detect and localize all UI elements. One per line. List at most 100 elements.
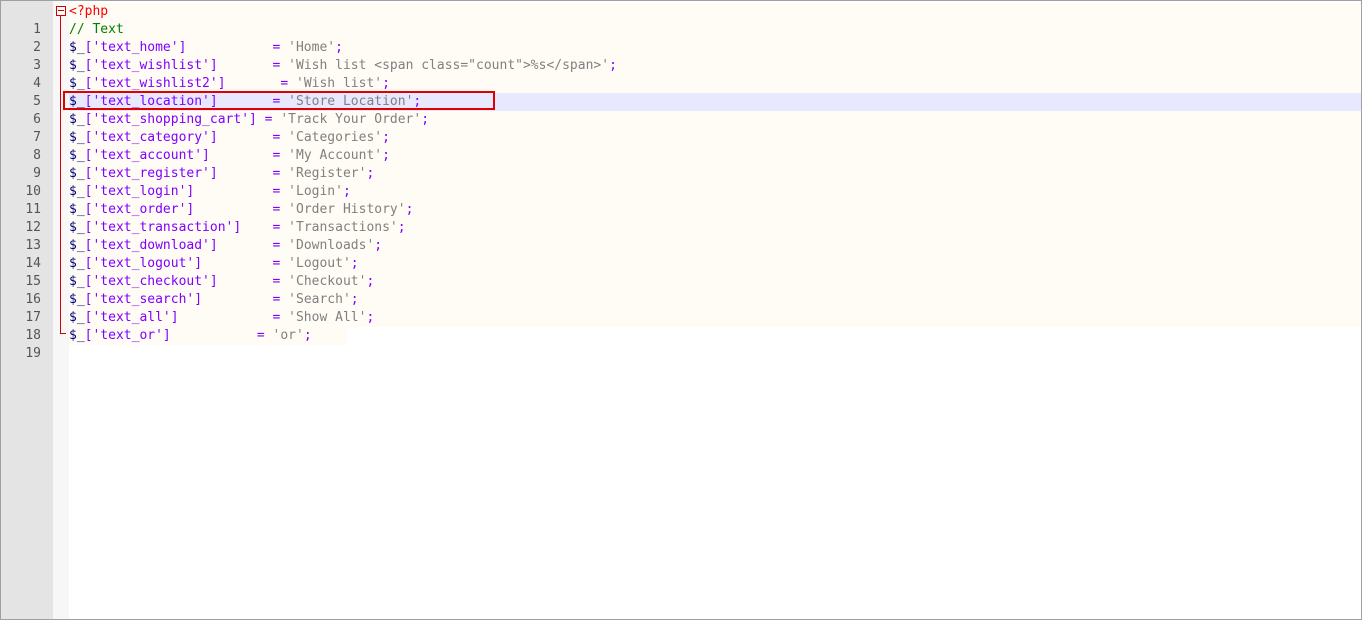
code-line[interactable]: 14 $_['text_download'] = 'Downloads'; <box>1 237 1361 271</box>
code-text[interactable]: $_['text_location'] = 'Store Location'; <box>69 93 1361 111</box>
code-line[interactable]: 17 $_['text_search'] = 'Search'; <box>1 291 1361 325</box>
array-key: ['text_home'] <box>84 40 187 55</box>
array-key: ['text_search'] <box>84 292 203 307</box>
string-value: 'Track Your Order' <box>280 112 422 127</box>
code-line[interactable]: 16 $_['text_checkout'] = 'Checkout'; <box>1 273 1361 307</box>
assign-operator: = <box>272 58 289 73</box>
code-line[interactable]: 3 $_['text_home'] = 'Home'; <box>1 39 1361 73</box>
array-key: ['text_location'] <box>84 94 218 109</box>
semicolon: ; <box>374 238 383 253</box>
assign-operator: = <box>272 94 289 109</box>
variable: $_ <box>69 130 85 145</box>
comment: // Text <box>69 22 124 37</box>
array-key: ['text_transaction'] <box>84 220 242 235</box>
semicolon: ; <box>366 310 375 325</box>
code-line[interactable]: 2 // Text <box>1 21 1361 55</box>
assign-operator: = <box>272 220 289 235</box>
code-text[interactable]: $_['text_wishlist2'] = 'Wish list'; <box>69 75 1361 93</box>
string-value: 'Store Location' <box>288 94 414 109</box>
code-text[interactable]: $_['text_logout'] = 'Logout'; <box>69 255 1361 273</box>
array-key: ['text_wishlist2'] <box>84 76 226 91</box>
code-line-current[interactable]: 6 $_['text_location'] = 'Store Location'… <box>1 93 1361 127</box>
assign-operator: = <box>272 40 289 55</box>
array-key: ['text_account'] <box>84 148 210 163</box>
code-text[interactable]: $_['text_register'] = 'Register'; <box>69 165 1361 183</box>
array-key: ['text_or'] <box>84 328 171 343</box>
code-line[interactable]: 5 $_['text_wishlist2'] = 'Wish list'; <box>1 75 1361 109</box>
code-text[interactable]: $_['text_transaction'] = 'Transactions'; <box>69 219 1361 237</box>
variable: $_ <box>69 148 85 163</box>
string-value: 'Transactions' <box>288 220 398 235</box>
assign-operator: = <box>272 166 289 181</box>
code-line[interactable]: 7 $_['text_shopping_cart'] = 'Track Your… <box>1 111 1361 145</box>
code-text[interactable]: $_['text_order'] = 'Order History'; <box>69 201 1361 219</box>
array-key: ['text_logout'] <box>84 256 203 271</box>
variable: $_ <box>69 292 85 307</box>
assign-operator: = <box>272 274 289 289</box>
code-line[interactable]: 18 $_['text_all'] = 'Show All'; <box>1 309 1361 343</box>
code-line[interactable]: 10 $_['text_register'] = 'Register'; <box>1 165 1361 199</box>
code-line[interactable]: 8 $_['text_category'] = 'Categories'; <box>1 129 1361 163</box>
code-text[interactable]: $_['text_all'] = 'Show All'; <box>69 309 1361 327</box>
variable: $_ <box>69 220 85 235</box>
code-editor[interactable]: 1 <?php 2 // Text 3 $_['text_home'] = 'H… <box>0 0 1362 620</box>
code-text[interactable]: $_['text_wishlist'] = 'Wish list <span c… <box>69 57 1361 75</box>
code-line[interactable]: 13 $_['text_transaction'] = 'Transaction… <box>1 219 1361 253</box>
code-text[interactable]: $_['text_search'] = 'Search'; <box>69 291 1361 309</box>
variable: $_ <box>69 58 85 73</box>
variable: $_ <box>69 94 85 109</box>
assign-operator: = <box>256 328 273 343</box>
code-line[interactable]: 15 $_['text_logout'] = 'Logout'; <box>1 255 1361 289</box>
assign-operator: = <box>272 184 289 199</box>
code-text[interactable]: // Text <box>69 21 1361 39</box>
semicolon: ; <box>382 76 390 91</box>
code-text[interactable]: $_['text_download'] = 'Downloads'; <box>69 237 1361 255</box>
array-key: ['text_category'] <box>84 130 218 145</box>
code-text[interactable]: $_['text_home'] = 'Home'; <box>69 39 1361 57</box>
code-text[interactable]: $_['text_or'] = 'or'; <box>69 327 347 345</box>
code-text[interactable]: $_['text_login'] = 'Login'; <box>69 183 1361 201</box>
variable: $_ <box>69 202 85 217</box>
array-key: ['text_checkout'] <box>84 274 218 289</box>
code-text[interactable]: <?php <box>69 3 1361 21</box>
assign-operator: = <box>280 76 296 91</box>
variable: $_ <box>69 310 85 325</box>
assign-operator: = <box>264 112 281 127</box>
string-value: 'Downloads' <box>288 238 375 253</box>
code-line[interactable]: 1 <?php <box>1 3 1361 37</box>
string-value: 'My Account' <box>288 148 383 163</box>
semicolon: ; <box>421 112 430 127</box>
code-line[interactable]: 19 $_['text_or'] = 'or'; <box>1 327 1361 361</box>
code-text[interactable]: $_['text_category'] = 'Categories'; <box>69 129 1361 147</box>
code-line[interactable]: 9 $_['text_account'] = 'My Account'; <box>1 147 1361 181</box>
code-line[interactable]: 11 $_['text_login'] = 'Login'; <box>1 183 1361 217</box>
code-lines[interactable]: 1 <?php 2 // Text 3 $_['text_home'] = 'H… <box>1 3 1361 361</box>
code-text[interactable]: $_['text_account'] = 'My Account'; <box>69 147 1361 165</box>
assign-operator: = <box>272 256 289 271</box>
variable: $_ <box>69 328 85 343</box>
variable: $_ <box>69 238 85 253</box>
code-text[interactable]: $_['text_checkout'] = 'Checkout'; <box>69 273 1361 291</box>
php-open-tag: <?php <box>69 4 109 19</box>
variable: $_ <box>69 76 85 91</box>
code-line[interactable]: 4 $_['text_wishlist'] = 'Wish list <span… <box>1 57 1361 91</box>
array-key: ['text_all'] <box>84 310 179 325</box>
semicolon: ; <box>366 274 375 289</box>
assign-operator: = <box>272 148 289 163</box>
array-key: ['text_shopping_cart'] <box>84 112 257 127</box>
code-text[interactable]: $_['text_shopping_cart'] = 'Track Your O… <box>69 111 1361 129</box>
variable: $_ <box>69 184 85 199</box>
assign-operator: = <box>272 202 289 217</box>
code-line[interactable]: 12 $_['text_order'] = 'Order History'; <box>1 201 1361 235</box>
string-value: 'or' <box>272 328 304 343</box>
